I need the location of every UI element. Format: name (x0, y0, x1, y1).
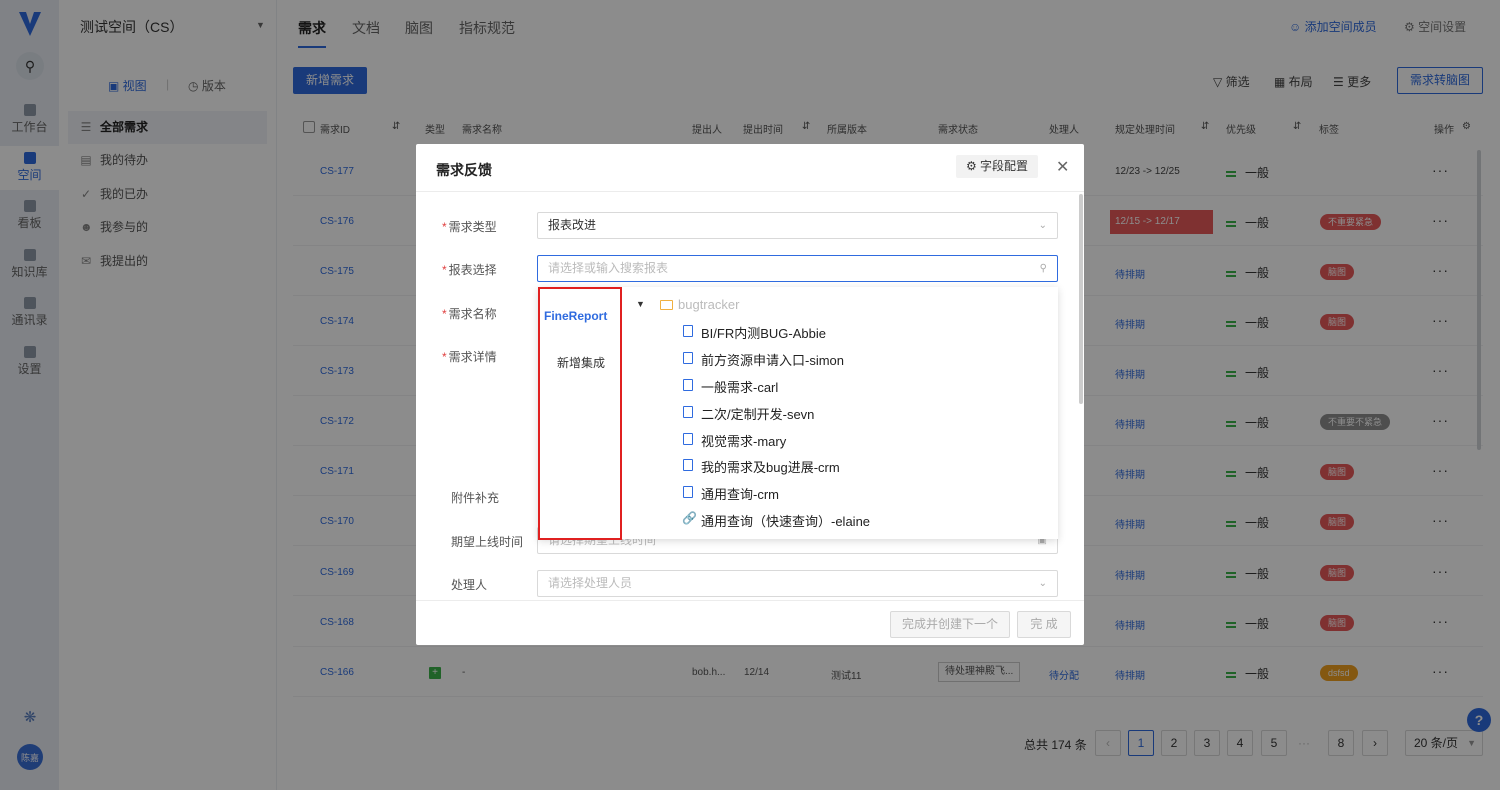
handler-label: 处理人 (451, 578, 488, 592)
report-file-icon (683, 325, 693, 337)
caret-down-icon[interactable]: ▼ (636, 299, 645, 309)
report-item[interactable]: 二次/定制开发-sevn (701, 404, 814, 423)
report-item[interactable]: 通用查询（快速查询）-elaine (701, 511, 870, 530)
finish-button[interactable]: 完 成 (1017, 611, 1071, 638)
detail-label: * 需求详情 (442, 350, 497, 364)
divider (416, 191, 1084, 192)
report-file-icon (683, 433, 693, 445)
report-file-icon (683, 352, 693, 364)
search-icon: ⚲ (1039, 263, 1047, 274)
report-file-icon (683, 459, 693, 471)
name-label: * 需求名称 (442, 307, 497, 321)
type-select[interactable]: 报表改进 ⌄ (537, 212, 1058, 239)
report-item[interactable]: BI/FR内测BUG-Abbie (701, 323, 826, 342)
type-label: * 需求类型 (442, 220, 497, 234)
folder-name[interactable]: bugtracker (678, 297, 739, 312)
modal-scrollbar[interactable] (1079, 194, 1083, 404)
highlight-box (538, 287, 622, 540)
chevron-down-icon: ⌄ (1038, 578, 1047, 589)
online-label: 期望上线时间 (451, 535, 524, 549)
close-icon[interactable]: ✕ (1056, 157, 1069, 177)
report-item[interactable]: 一般需求-carl (701, 377, 778, 396)
report-item[interactable]: 通用查询-crm (701, 484, 779, 503)
report-label: * 报表选择 (442, 263, 497, 277)
handler-select[interactable]: 请选择处理人员 ⌄ (537, 570, 1058, 597)
modal-title: 需求反馈 (436, 162, 492, 178)
report-file-icon (683, 406, 693, 418)
report-search-input[interactable]: 请选择或输入搜索报表 ⚲ (537, 255, 1058, 282)
report-item[interactable]: 视觉需求-mary (701, 431, 786, 450)
link-icon: 🔗 (682, 511, 697, 525)
folder-icon (660, 300, 673, 310)
gear-icon: ⚙ (965, 159, 981, 173)
report-file-icon (683, 486, 693, 498)
report-item[interactable]: 我的需求及bug进展-crm (701, 457, 840, 476)
report-file-icon (683, 379, 693, 391)
attach-label: 附件补充 (451, 491, 500, 505)
field-config-button[interactable]: ⚙ 字段配置 (956, 155, 1038, 178)
finish-and-next-button[interactable]: 完成并创建下一个 (890, 611, 1010, 638)
chevron-down-icon: ⌄ (1038, 220, 1047, 231)
divider (416, 600, 1084, 601)
report-item[interactable]: 前方资源申请入口-simon (701, 350, 844, 369)
